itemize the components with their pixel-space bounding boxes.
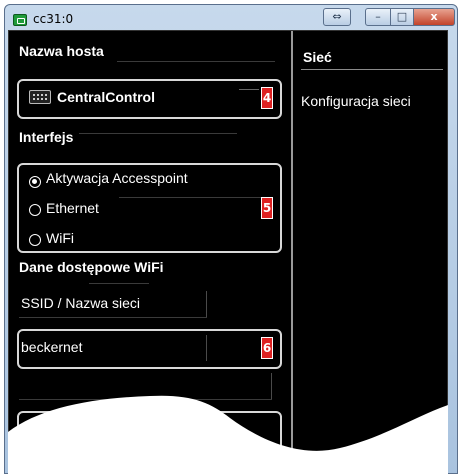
callout-badge-6: 6 xyxy=(261,337,273,359)
window-title: cc31:0 xyxy=(33,12,74,26)
settings-pane: Nazwa hosta CentralControl 4 Interfejs A… xyxy=(9,31,291,474)
password-field-rule xyxy=(19,399,272,400)
minimize-button[interactable]: – xyxy=(365,8,391,26)
radio-wifi[interactable] xyxy=(29,234,41,246)
network-section-title: Sieć xyxy=(303,49,332,65)
password-separator xyxy=(271,373,272,399)
ssid-label-separator xyxy=(206,291,207,317)
navigation-pane: Sieć Konfiguracja sieci xyxy=(291,31,449,474)
main-content: Nazwa hosta CentralControl 4 Interfejs A… xyxy=(8,30,448,474)
hostname-label: Nazwa hosta xyxy=(19,43,104,59)
resize-button[interactable]: ⇔ xyxy=(323,8,351,26)
wifi-credentials-label: Dane dostępowe WiFi xyxy=(19,259,164,275)
radio-wifi-label[interactable]: WiFi xyxy=(46,230,74,246)
callout-badge-5: 5 xyxy=(261,197,273,219)
radio-accesspoint-label[interactable]: Aktywacja Accesspoint xyxy=(46,170,188,186)
hostname-value[interactable]: CentralControl xyxy=(57,89,155,105)
interface-label: Interfejs xyxy=(19,129,74,145)
close-button[interactable]: x xyxy=(413,8,455,26)
keyboard-icon[interactable] xyxy=(29,90,51,104)
interface-label-rule xyxy=(79,133,237,134)
hostname-label-rule xyxy=(117,61,275,62)
radio-ethernet[interactable] xyxy=(29,204,41,216)
ssid-label: SSID / Nazwa sieci xyxy=(21,295,141,311)
ssid-label-rule xyxy=(19,317,207,318)
hostname-field-rule xyxy=(239,89,259,90)
password-input[interactable] xyxy=(17,411,282,451)
callout-badge-4: 4 xyxy=(261,87,273,109)
app-icon xyxy=(13,14,27,26)
ssid-input-separator xyxy=(206,335,207,361)
radio-accesspoint[interactable] xyxy=(29,176,41,188)
wifi-label-rule xyxy=(89,283,149,284)
network-configuration-link[interactable]: Konfiguracja sieci xyxy=(301,87,441,115)
radio-divider xyxy=(119,197,264,198)
radio-ethernet-label[interactable]: Ethernet xyxy=(46,200,99,216)
network-title-rule xyxy=(301,69,443,70)
ssid-value[interactable]: beckernet xyxy=(21,339,82,355)
maximize-button[interactable]: □ xyxy=(390,8,414,26)
